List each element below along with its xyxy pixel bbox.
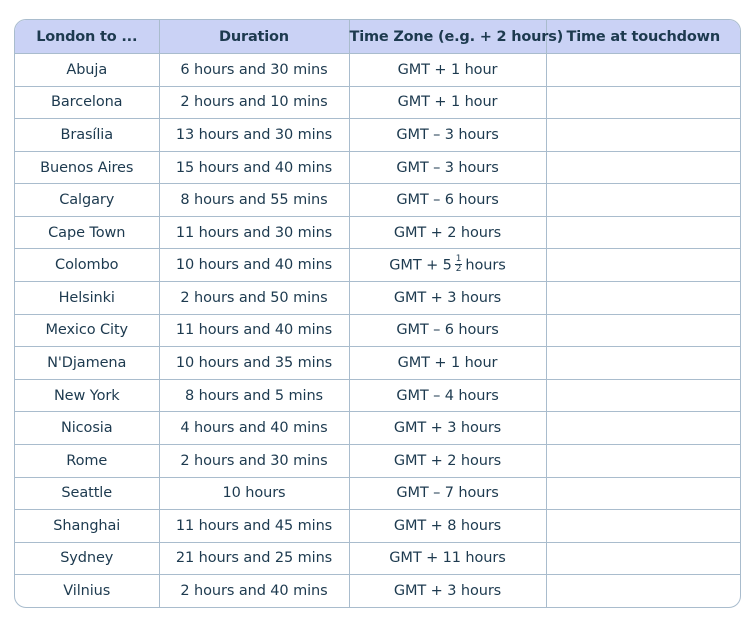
touchdown-cell[interactable] [545,378,740,413]
touchdown-cell[interactable] [545,346,740,380]
time-zone-cell: GMT + 3 hours [348,411,547,445]
time-zone-cell: GMT + 3 hours [348,281,547,315]
touchdown-cell[interactable] [545,215,740,250]
duration-cell: 8 hours and 5 mins [158,378,350,413]
destination-cell: Mexico City [15,313,160,348]
time-zone-cell: GMT – 6 hours [348,313,547,348]
duration-cell: 2 hours and 40 mins [158,574,350,607]
destination-cell: Brasília [15,118,160,152]
table-body: Abuja 6 hours and 30 mins GMT + 1 hour Bar… [15,53,740,607]
time-zone-cell: GMT + 3 hours [348,574,547,607]
table-row: Abuja 6 hours and 30 mins GMT + 1 hour [15,53,740,87]
time-zone-cell: GMT – 7 hours [348,476,547,511]
time-zone-prefix: GMT + 5 [389,257,452,274]
destination-cell: Sydney [15,541,160,576]
destination-cell: Buenos Aires [15,150,160,185]
touchdown-cell[interactable] [545,509,740,543]
flight-times-table: London to ... Duration Time Zone (e.g. +… [14,19,741,608]
table-row: Calgary 8 hours and 55 mins GMT – 6 hours [15,183,740,217]
destination-cell: Nicosia [15,411,160,445]
destination-cell: Seattle [15,476,160,511]
table-row: Brasília 13 hours and 30 mins GMT – 3 hour… [15,118,740,152]
destination-cell: Abuja [15,53,160,87]
header-duration: Duration [158,20,350,54]
header-time-zone: Time Zone (e.g. + 2 hours) [348,20,563,54]
time-zone-cell: GMT + 5 1 2 hours [348,248,547,283]
duration-cell: 4 hours and 40 mins [158,411,350,445]
touchdown-cell[interactable] [545,443,740,478]
header-row: London to ... Duration Time Zone (e.g. +… [15,20,740,54]
table-row: Barcelona 2 hours and 10 mins GMT + 1 hour [15,85,740,120]
destination-cell: Helsinki [15,281,160,315]
table-row: Buenos Aires 15 hours and 40 mins GMT – 3 … [15,150,740,185]
half-fraction: 12 [454,254,463,274]
touchdown-cell[interactable] [545,85,740,120]
duration-cell: 10 hours and 40 mins [158,248,350,283]
table-row: New York 8 hours and 5 mins GMT – 4 hours [15,378,740,413]
flight-table: London to ... Duration Time Zone (e.g. +… [15,20,740,607]
touchdown-cell[interactable] [545,476,740,511]
table-row: Mexico City 11 hours and 40 mins GMT – 6 h… [15,313,740,348]
destination-cell: Shanghai [15,509,160,543]
time-zone-cell: GMT – 4 hours [348,378,547,413]
destination-cell: Calgary [15,183,160,217]
duration-cell: 11 hours and 30 mins [158,215,350,250]
touchdown-cell[interactable] [545,118,740,152]
time-zone-cell: GMT + 1 hour [348,53,547,87]
table-row: Rome 2 hours and 30 mins GMT + 2 hours [15,443,740,478]
duration-cell: 21 hours and 25 mins [158,541,350,576]
time-zone-cell: GMT + 2 hours [348,215,547,250]
destination-cell: Colombo [15,248,160,283]
time-zone-cell: GMT – 3 hours [348,150,547,185]
destination-cell: Cape Town [15,215,160,250]
duration-cell: 2 hours and 10 mins [158,85,350,120]
header-touchdown: Time at touchdown [545,20,740,54]
touchdown-cell[interactable] [545,574,740,607]
table-row: Seattle 10 hours GMT – 7 hours [15,476,740,511]
touchdown-cell[interactable] [545,281,740,315]
time-zone-cell: GMT + 8 hours [348,509,547,543]
destination-cell: N'Djamena [15,346,160,380]
table-row: Shanghai 11 hours and 45 mins GMT + 8 hour… [15,509,740,543]
time-zone-cell: GMT + 2 hours [348,443,547,478]
duration-cell: 15 hours and 40 mins [158,150,350,185]
table-row: N'Djamena 10 hours and 35 mins GMT + 1 hou… [15,346,740,380]
time-zone-cell: GMT – 6 hours [348,183,547,217]
table-row: Colombo 10 hours and 40 mins GMT + 5 1 2 hour… [15,248,740,283]
touchdown-cell[interactable] [545,150,740,185]
destination-cell: Vilnius [15,574,160,607]
time-zone-cell: GMT + 1 hour [348,346,547,380]
duration-cell: 2 hours and 30 mins [158,443,350,478]
table-row: Cape Town 11 hours and 30 mins GMT + 2 hou… [15,215,740,250]
touchdown-cell[interactable] [545,411,740,445]
touchdown-cell[interactable] [545,313,740,348]
time-zone-suffix: hours [465,257,506,274]
table-row: Sydney 21 hours and 25 mins GMT + 11 hours [15,541,740,576]
table-row: Nicosia 4 hours and 40 mins GMT + 3 hours [15,411,740,445]
duration-cell: 11 hours and 45 mins [158,509,350,543]
duration-cell: 2 hours and 50 mins [158,281,350,315]
duration-cell: 11 hours and 40 mins [158,313,350,348]
duration-cell: 8 hours and 55 mins [158,183,350,217]
touchdown-cell[interactable] [545,248,740,283]
table-row: Helsinki 2 hours and 50 mins GMT + 3 hours [15,281,740,315]
duration-cell: 10 hours and 35 mins [158,346,350,380]
duration-cell: 6 hours and 30 mins [158,53,350,87]
time-zone-cell: GMT + 11 hours [348,541,547,576]
duration-cell: 10 hours [158,476,350,511]
touchdown-cell[interactable] [545,183,740,217]
touchdown-cell[interactable] [545,53,740,87]
fraction-denominator: 2 [455,263,462,274]
table-row: Vilnius 2 hours and 40 mins GMT + 3 hours [15,574,740,607]
destination-cell: New York [15,378,160,413]
header-destination: London to ... [15,20,160,54]
time-zone-cell: GMT – 3 hours [348,118,547,152]
destination-cell: Barcelona [15,85,160,120]
duration-cell: 13 hours and 30 mins [158,118,350,152]
destination-cell: Rome [15,443,160,478]
touchdown-cell[interactable] [545,541,740,576]
time-zone-cell: GMT + 1 hour [348,85,547,120]
